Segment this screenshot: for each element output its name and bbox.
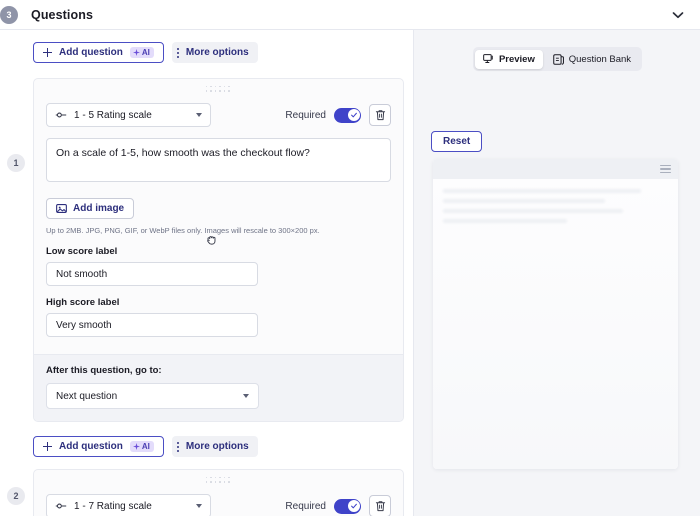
- question-number: 2: [7, 487, 25, 505]
- trash-icon: [375, 501, 385, 512]
- add-image-label: Add image: [73, 203, 125, 214]
- image-upload-hint: Up to 2MB. JPG, PNG, GIF, or WebP files …: [46, 226, 320, 235]
- question-number: 1: [7, 154, 25, 172]
- check-icon: [350, 112, 357, 118]
- question-block: 1 1 - 5 Rating scale Required On a scale…: [0, 78, 413, 422]
- hamburger-menu-icon[interactable]: [660, 164, 671, 174]
- tab-question-bank[interactable]: Question Bank: [545, 50, 639, 69]
- required-control: Required: [285, 104, 391, 126]
- logic-label: After this question, go to:: [46, 365, 162, 376]
- toggle-knob: [347, 500, 360, 512]
- tab-preview[interactable]: Preview: [475, 49, 543, 69]
- preview-mock-browser: [433, 159, 678, 469]
- more-options-label: More options: [185, 441, 249, 452]
- step-number-badge: 3: [0, 5, 18, 24]
- add-question-button[interactable]: Add question AI: [33, 42, 164, 63]
- tab-question-bank-label: Question Bank: [568, 53, 632, 65]
- chevron-down-icon: [243, 394, 249, 398]
- required-control-2: Required: [285, 495, 391, 516]
- drag-dots-icon: [205, 85, 232, 94]
- add-question-button-bottom[interactable]: Add question AI: [33, 436, 164, 457]
- question-card-2: 1 - 7 Rating scale Required: [33, 469, 404, 516]
- low-score-input[interactable]: [46, 262, 258, 286]
- kebab-menu-icon: [176, 47, 180, 59]
- preview-panel: Preview Question Bank Reset: [413, 30, 700, 516]
- required-label: Required: [285, 109, 326, 121]
- question-card: 1 - 5 Rating scale Required On a scale o…: [33, 78, 404, 422]
- toggle-knob: [347, 109, 360, 121]
- sparkle-icon: [132, 443, 140, 450]
- question-type-select-2[interactable]: 1 - 7 Rating scale: [46, 494, 211, 516]
- question-type-value-2: 1 - 7 Rating scale: [74, 500, 152, 512]
- monitor-icon: [483, 54, 493, 63]
- drag-dots-icon: [205, 476, 232, 485]
- required-label: Required: [285, 500, 326, 512]
- mock-placeholder-lines: [443, 189, 668, 229]
- delete-question-button-2[interactable]: [369, 495, 391, 516]
- chevron-down-icon: [196, 113, 202, 117]
- add-question-label: Add question: [59, 441, 123, 452]
- ai-badge: AI: [129, 441, 154, 452]
- mock-browser-bar: [433, 159, 678, 179]
- drag-handle[interactable]: [34, 79, 403, 95]
- low-score-label: Low score label: [46, 246, 118, 257]
- page-title: Questions: [31, 7, 94, 22]
- required-toggle-2[interactable]: [334, 498, 361, 514]
- ai-badge-label: AI: [141, 48, 150, 57]
- ai-badge-label: AI: [141, 442, 150, 451]
- section-header: 3 Questions: [0, 0, 700, 30]
- check-icon: [350, 503, 357, 509]
- plus-icon: [43, 48, 52, 57]
- more-options-button-bottom[interactable]: More options: [171, 436, 258, 457]
- question-text-input[interactable]: [46, 138, 391, 182]
- preview-mode-tabs: Preview Question Bank: [472, 47, 642, 71]
- plus-icon: [43, 442, 52, 451]
- question-type-value: 1 - 5 Rating scale: [74, 109, 152, 121]
- questions-editor-panel: Add question AI More options 1 1 - 5 Rat…: [0, 30, 413, 516]
- high-score-input[interactable]: [46, 313, 258, 337]
- tab-preview-label: Preview: [498, 53, 535, 65]
- delete-question-button[interactable]: [369, 104, 391, 126]
- trash-icon: [375, 110, 385, 121]
- ai-badge: AI: [129, 47, 154, 58]
- rating-scale-icon: [55, 112, 67, 118]
- add-image-button[interactable]: Add image: [46, 198, 135, 219]
- reset-button[interactable]: Reset: [431, 131, 483, 152]
- required-toggle[interactable]: [334, 107, 361, 123]
- add-question-label: Add question: [59, 47, 123, 58]
- chevron-down-icon[interactable]: [670, 7, 686, 23]
- bank-icon: [552, 53, 564, 65]
- more-options-button[interactable]: More options: [171, 42, 258, 63]
- question-block-2: 2 1 - 7 Rating scale Required: [0, 469, 413, 516]
- question-logic-section: After this question, go to: Next questio…: [34, 354, 403, 421]
- sparkle-icon: [132, 49, 140, 56]
- logic-target-value: Next question: [56, 390, 118, 402]
- rating-scale-icon: [55, 503, 67, 509]
- mock-page-content: [433, 179, 678, 469]
- editor-preview-split: Add question AI More options 1 1 - 5 Rat…: [0, 30, 700, 516]
- chevron-down-icon: [196, 504, 202, 508]
- more-options-label: More options: [185, 47, 249, 58]
- kebab-menu-icon: [176, 441, 180, 453]
- editor-toolbar-bottom: Add question AI More options: [0, 436, 413, 457]
- high-score-label: High score label: [46, 297, 120, 308]
- drag-handle[interactable]: [34, 470, 403, 486]
- editor-toolbar-top: Add question AI More options: [0, 42, 413, 63]
- question-type-row-2: 1 - 7 Rating scale Required: [46, 494, 391, 516]
- image-icon: [56, 204, 67, 213]
- logic-target-select[interactable]: Next question: [46, 383, 259, 409]
- question-type-select[interactable]: 1 - 5 Rating scale: [46, 103, 211, 127]
- question-type-row: 1 - 5 Rating scale Required: [46, 103, 391, 127]
- survey-editor-app: 3 Questions Add question AI More options…: [0, 0, 700, 516]
